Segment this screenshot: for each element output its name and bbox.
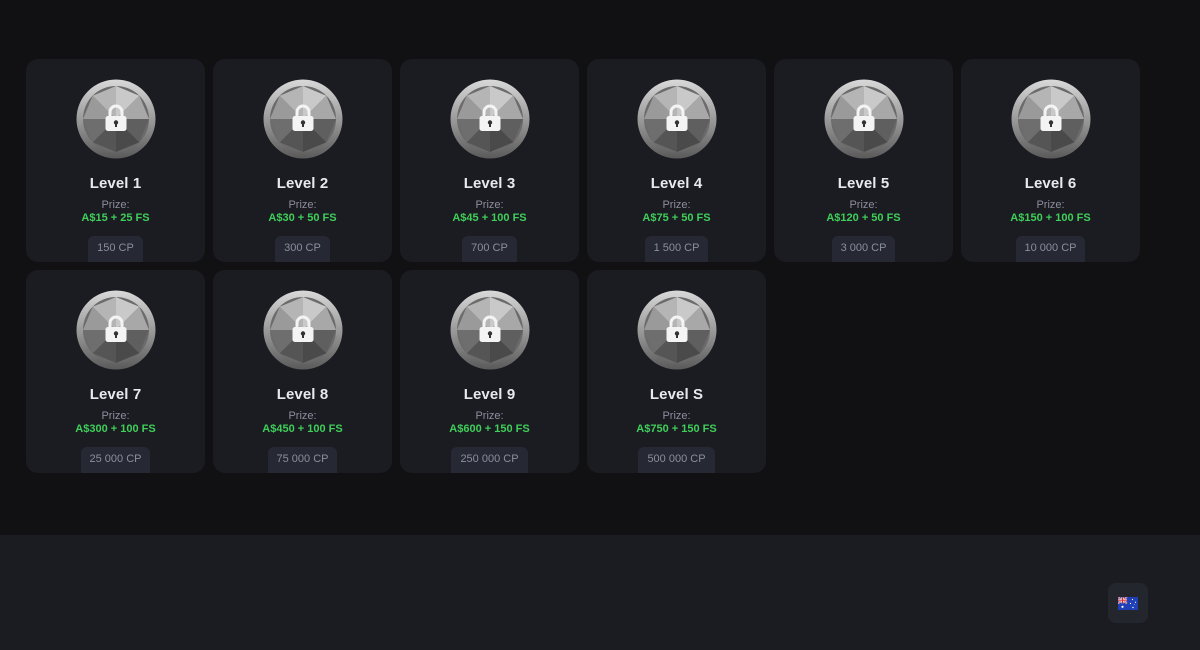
prize-value: A$600 + 150 FS [449, 423, 530, 435]
level-title: Level 6 [1024, 175, 1077, 192]
lock-icon [450, 290, 529, 370]
points-badge: 500 000 CP [638, 447, 715, 473]
lock-icon [637, 290, 716, 370]
prize-label: Prize: [101, 410, 130, 422]
level-card[interactable]: Level 8 Prize: A$450 + 100 FS 75 000 CP [213, 270, 392, 473]
prize-label: Prize: [662, 410, 691, 422]
prize-value: A$750 + 150 FS [636, 423, 717, 435]
prize-label: Prize: [101, 199, 130, 211]
level-title: Level 3 [463, 175, 516, 192]
level-title: Level S [649, 386, 704, 403]
prize-value: A$450 + 100 FS [262, 423, 343, 435]
level-title: Level 7 [89, 386, 142, 403]
level-card[interactable]: Level 9 Prize: A$600 + 150 FS 250 000 CP [400, 270, 579, 473]
lock-icon [263, 79, 342, 159]
prize-label: Prize: [1036, 199, 1065, 211]
level-title: Level 1 [89, 175, 142, 192]
language-selector-button[interactable] [1108, 583, 1148, 623]
level-title: Level 2 [276, 175, 329, 192]
level-card[interactable]: Level 7 Prize: A$300 + 100 FS 25 000 CP [26, 270, 205, 473]
lock-icon [76, 290, 155, 370]
level-card[interactable]: Level 1 Prize: A$15 + 25 FS 150 CP [26, 59, 205, 262]
points-badge: 300 CP [275, 236, 330, 262]
prize-value: A$15 + 25 FS [81, 212, 150, 224]
prize-value: A$300 + 100 FS [75, 423, 156, 435]
points-badge: 250 000 CP [451, 447, 528, 473]
australia-flag-icon [1118, 596, 1138, 610]
points-badge: 25 000 CP [80, 447, 151, 473]
points-badge: 1 500 CP [644, 236, 709, 262]
prize-value: A$120 + 50 FS [826, 212, 901, 224]
level-title: Level 8 [276, 386, 329, 403]
prize-label: Prize: [475, 410, 504, 422]
prize-value: A$30 + 50 FS [268, 212, 337, 224]
vip-levels-page: Level 1 Prize: A$15 + 25 FS 150 CP Level… [0, 0, 1200, 650]
footer [0, 535, 1200, 650]
level-title: Level 5 [837, 175, 890, 192]
points-badge: 10 000 CP [1015, 236, 1086, 262]
level-card[interactable]: Level S Prize: A$750 + 150 FS 500 000 CP [587, 270, 766, 473]
prize-label: Prize: [662, 199, 691, 211]
levels-grid: Level 1 Prize: A$15 + 25 FS 150 CP Level… [26, 59, 1146, 473]
level-card[interactable]: Level 3 Prize: A$45 + 100 FS 700 CP [400, 59, 579, 262]
prize-value: A$75 + 50 FS [642, 212, 711, 224]
prize-label: Prize: [288, 199, 317, 211]
lock-icon [450, 79, 529, 159]
level-card[interactable]: Level 4 Prize: A$75 + 50 FS 1 500 CP [587, 59, 766, 262]
prize-label: Prize: [475, 199, 504, 211]
lock-icon [1011, 79, 1090, 159]
points-badge: 75 000 CP [267, 447, 338, 473]
points-badge: 150 CP [88, 236, 143, 262]
lock-icon [824, 79, 903, 159]
level-title: Level 9 [463, 386, 516, 403]
level-card[interactable]: Level 5 Prize: A$120 + 50 FS 3 000 CP [774, 59, 953, 262]
points-badge: 3 000 CP [831, 236, 896, 262]
lock-icon [637, 79, 716, 159]
level-card[interactable]: Level 6 Prize: A$150 + 100 FS 10 000 CP [961, 59, 1140, 262]
prize-label: Prize: [849, 199, 878, 211]
lock-icon [76, 79, 155, 159]
lock-icon [263, 290, 342, 370]
prize-label: Prize: [288, 410, 317, 422]
level-title: Level 4 [650, 175, 703, 192]
points-badge: 700 CP [462, 236, 517, 262]
prize-value: A$45 + 100 FS [452, 212, 527, 224]
level-card[interactable]: Level 2 Prize: A$30 + 50 FS 300 CP [213, 59, 392, 262]
prize-value: A$150 + 100 FS [1010, 212, 1091, 224]
